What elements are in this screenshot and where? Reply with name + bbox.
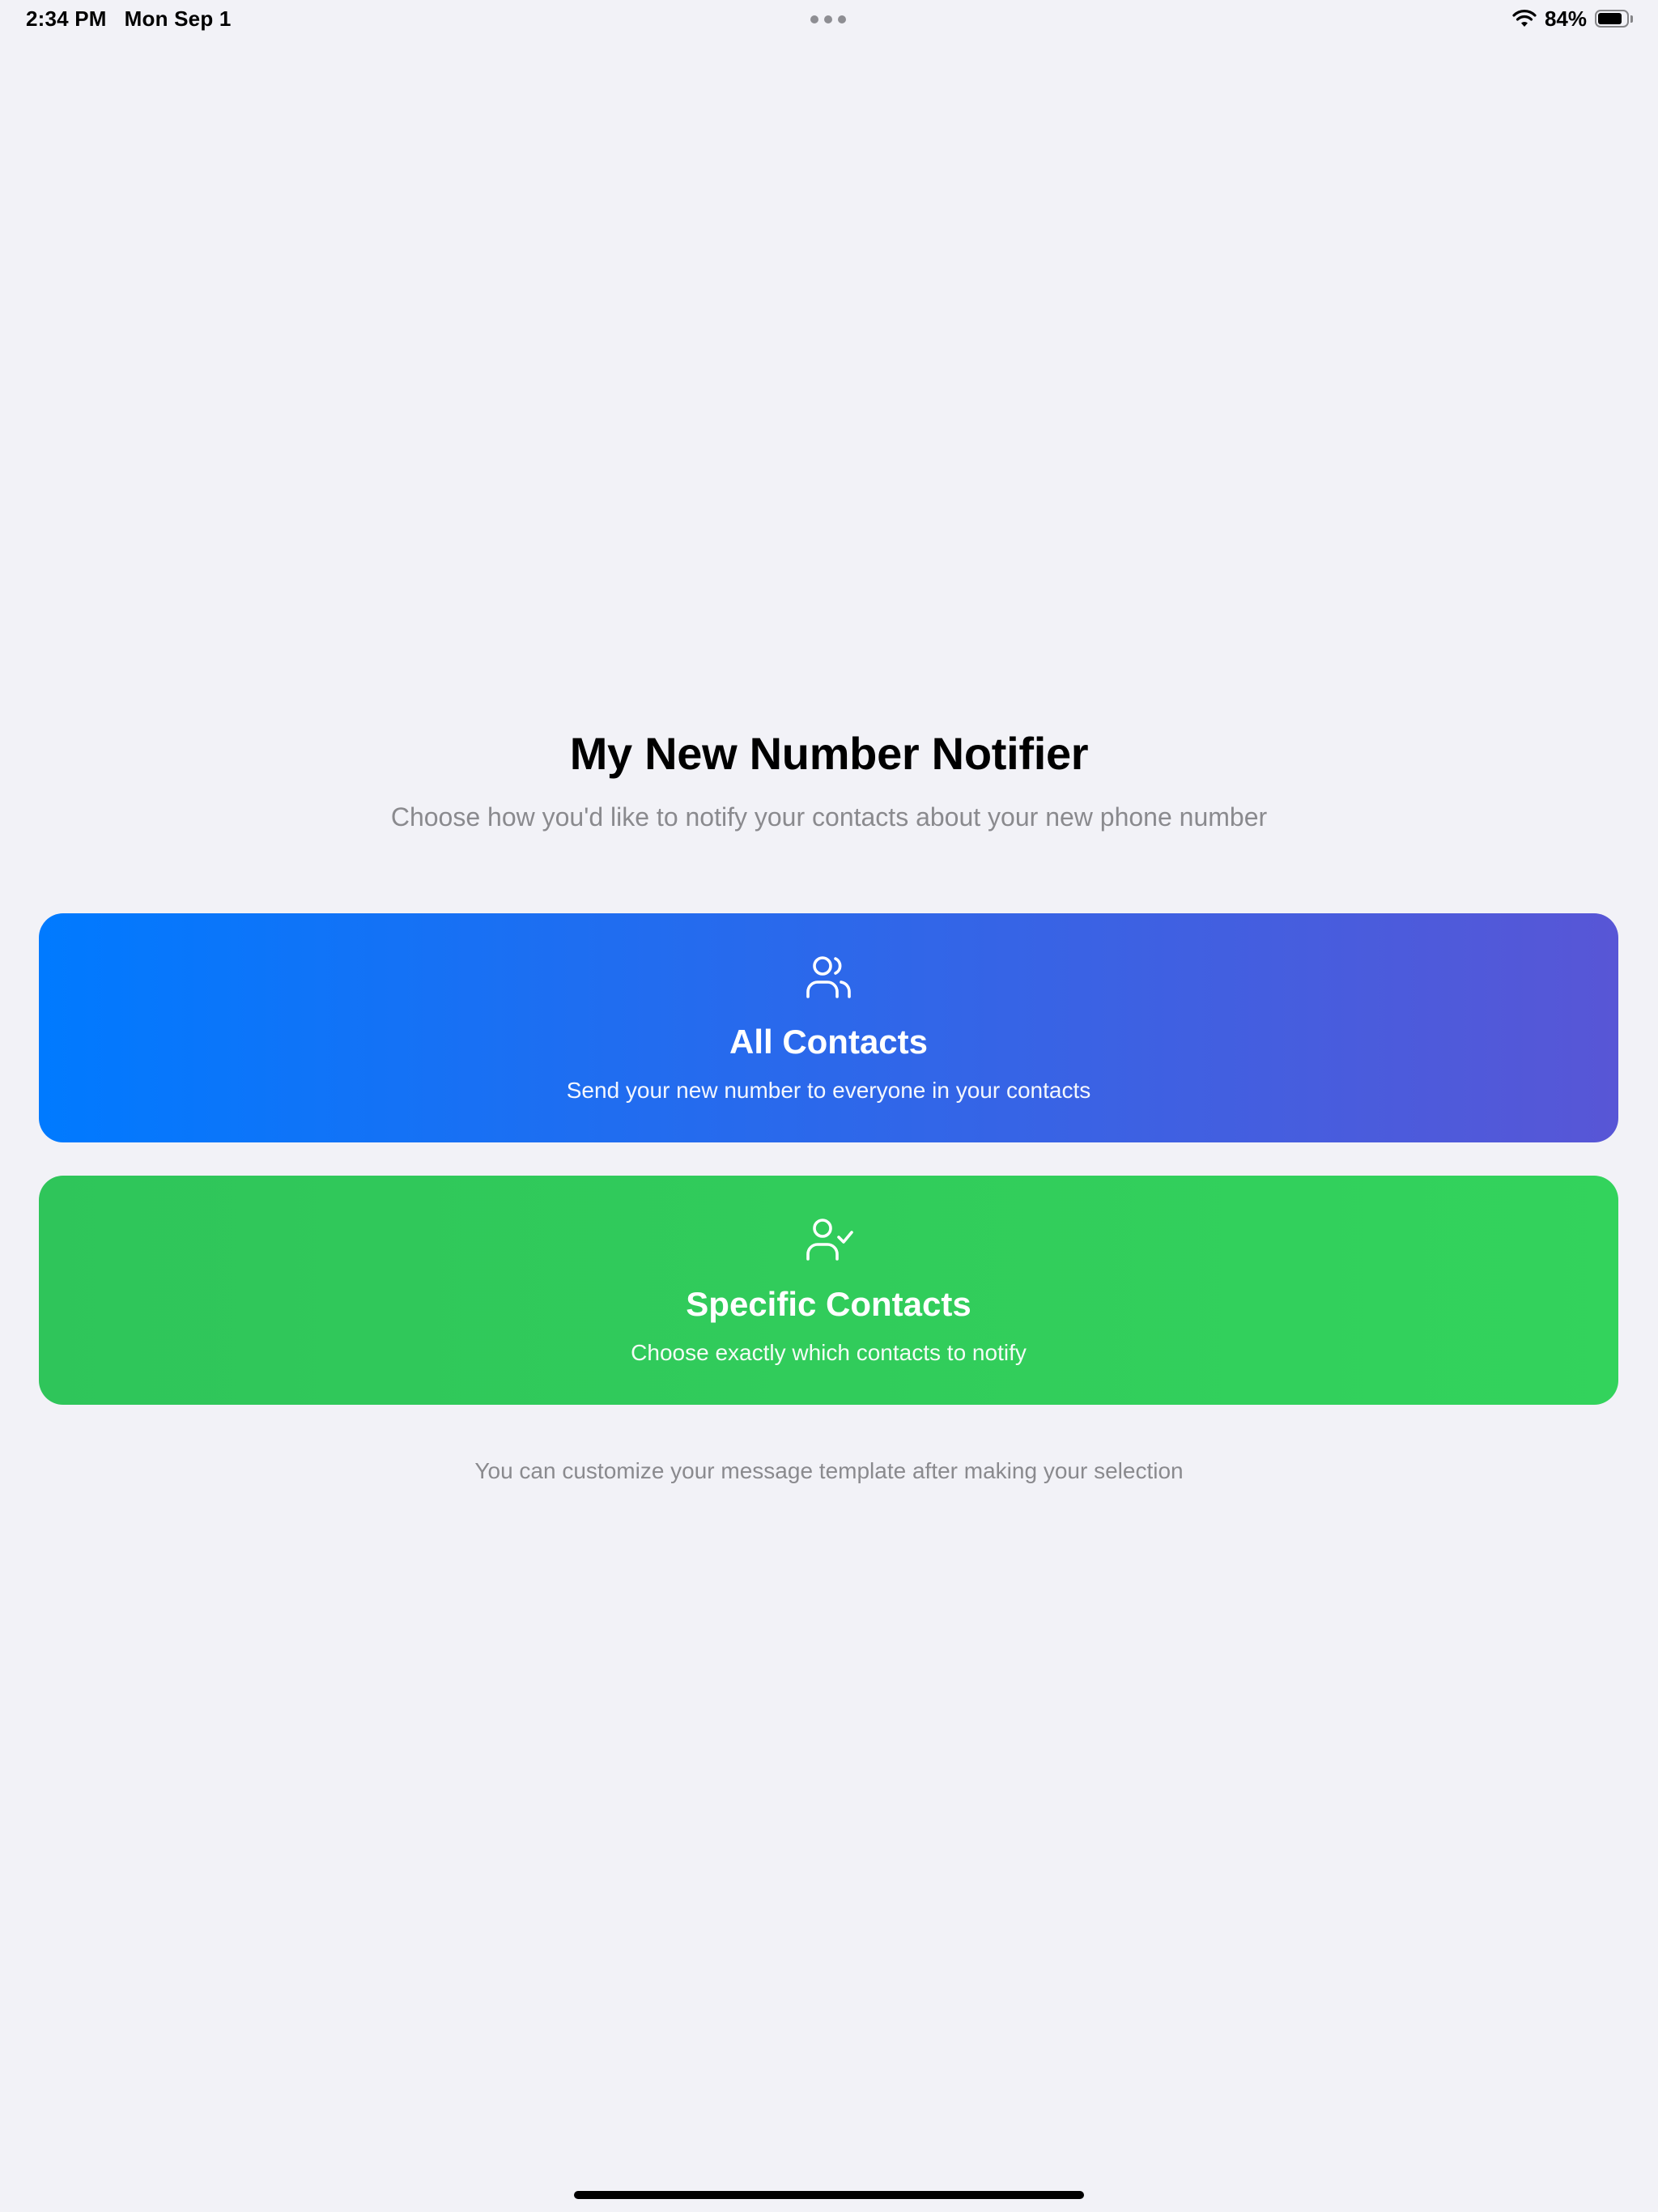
battery-percent: 84% xyxy=(1544,6,1587,31)
all-contacts-description: Send your new number to everyone in your… xyxy=(566,1078,1091,1103)
specific-contacts-description: Choose exactly which contacts to notify xyxy=(631,1340,1027,1365)
person-checkmark-icon xyxy=(806,1219,853,1261)
page-subtitle: Choose how you'd like to notify your con… xyxy=(390,802,1268,832)
status-time-date: 2:34 PM Mon Sep 1 xyxy=(26,6,232,32)
specific-contacts-button[interactable]: Specific Contacts Choose exactly which c… xyxy=(39,1176,1618,1405)
status-bar: 2:34 PM Mon Sep 1 84% xyxy=(0,0,1658,39)
all-contacts-title: All Contacts xyxy=(729,1023,929,1061)
specific-contacts-title: Specific Contacts xyxy=(686,1285,971,1323)
page-title: My New Number Notifier xyxy=(569,728,1089,779)
battery-icon xyxy=(1595,9,1634,29)
all-contacts-button[interactable]: All Contacts Send your new number to eve… xyxy=(39,913,1618,1142)
footnote: You can customize your message template … xyxy=(474,1458,1184,1483)
multitasking-dots-icon[interactable] xyxy=(810,15,846,23)
status-time: 2:34 PM xyxy=(26,6,107,31)
status-date: Mon Sep 1 xyxy=(124,6,232,31)
two-people-icon xyxy=(806,956,851,998)
home-indicator[interactable] xyxy=(574,2191,1084,2199)
wifi-icon xyxy=(1512,9,1537,27)
status-indicators: 84% xyxy=(1512,6,1634,32)
